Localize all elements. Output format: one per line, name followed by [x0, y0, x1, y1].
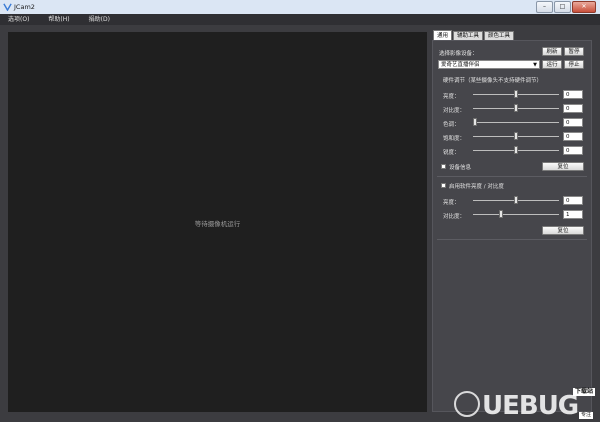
sw-brightness-slider[interactable]	[473, 196, 559, 205]
refresh-button[interactable]: 刷新	[542, 47, 562, 56]
hw-brightness-label: 亮度：	[443, 94, 460, 100]
watermark-brand: UEBUG	[482, 391, 579, 421]
minimize-button[interactable]: –	[536, 1, 553, 13]
hardware-section-title: 硬件调节（某些摄像头不支持硬件调节）	[443, 78, 543, 84]
hw-sharpness-label: 锐度：	[443, 150, 460, 156]
slider-thumb[interactable]	[514, 196, 518, 204]
sw-brightness-label: 亮度：	[443, 200, 460, 206]
site-watermark: UEBUG 下载站 专注	[452, 387, 597, 421]
sw-brightness-spinbox[interactable]: 0	[563, 196, 583, 205]
menu-options[interactable]: 选项(O)	[0, 14, 34, 25]
watermark-tag-bottom: 专注	[578, 412, 593, 419]
section-divider	[437, 239, 587, 240]
stop-button[interactable]: 停止	[564, 60, 584, 69]
chevron-down-icon: ▼	[533, 62, 537, 68]
hw-saturation-slider[interactable]	[473, 132, 559, 141]
slider-thumb[interactable]	[514, 104, 518, 112]
app-logo-icon	[3, 3, 12, 11]
hw-hue-spinbox[interactable]: 0	[563, 118, 583, 127]
device-label: 选择影像设备：	[439, 51, 478, 57]
menu-help[interactable]: 帮助(H)	[40, 14, 74, 25]
slider-thumb[interactable]	[473, 118, 477, 126]
hw-brightness-spinbox[interactable]: 0	[563, 90, 583, 99]
slider-thumb[interactable]	[514, 146, 518, 154]
device-info-checkbox[interactable]	[441, 164, 446, 169]
hw-contrast-slider[interactable]	[473, 104, 559, 113]
window-title: JCam2	[14, 3, 35, 11]
hw-saturation-spinbox[interactable]: 0	[563, 132, 583, 141]
device-info-label: 设备信息	[449, 165, 472, 171]
watermark-tag-top: 下载站	[572, 388, 595, 396]
menu-bar: 选项(O) 帮助(H) 捐助(D)	[0, 14, 600, 25]
slider-thumb[interactable]	[499, 210, 504, 218]
video-preview: 等待摄像机运行	[8, 32, 427, 412]
hw-contrast-spinbox[interactable]: 0	[563, 104, 583, 113]
run-button[interactable]: 运行	[542, 60, 562, 69]
hw-contrast-label: 对比度：	[443, 108, 466, 114]
hw-saturation-label: 饱和度：	[443, 136, 466, 142]
hw-sharpness-spinbox[interactable]: 0	[563, 146, 583, 155]
watermark-logo-icon	[454, 391, 480, 417]
slider-thumb[interactable]	[514, 132, 518, 140]
maximize-button[interactable]: □	[554, 1, 571, 13]
close-button[interactable]: ✕	[572, 1, 596, 13]
slider-thumb[interactable]	[514, 90, 518, 98]
video-status-message: 等待摄像机运行	[194, 220, 241, 228]
sw-reset-button[interactable]: 复位	[542, 226, 584, 235]
section-divider	[437, 176, 587, 177]
hw-hue-slider[interactable]	[473, 118, 559, 127]
sw-contrast-spinbox[interactable]: 1	[563, 210, 583, 219]
software-adjust-label: 启用软件亮度 / 对比度	[449, 184, 504, 190]
sw-contrast-label: 对比度：	[443, 214, 466, 220]
device-select-value: 爱奇艺直播伴侣	[441, 62, 480, 68]
menu-donate[interactable]: 捐助(D)	[81, 14, 115, 25]
software-adjust-checkbox[interactable]	[441, 183, 446, 188]
hw-brightness-slider[interactable]	[473, 90, 559, 99]
title-bar[interactable]: JCam2 – □ ✕	[0, 0, 600, 14]
hw-hue-label: 色调：	[443, 122, 460, 128]
device-select[interactable]: 爱奇艺直播伴侣 ▼	[438, 60, 540, 69]
hw-reset-button[interactable]: 复位	[542, 162, 584, 171]
sw-contrast-slider[interactable]	[473, 210, 559, 219]
hw-sharpness-slider[interactable]	[473, 146, 559, 155]
pause-button[interactable]: 暂停	[564, 47, 584, 56]
